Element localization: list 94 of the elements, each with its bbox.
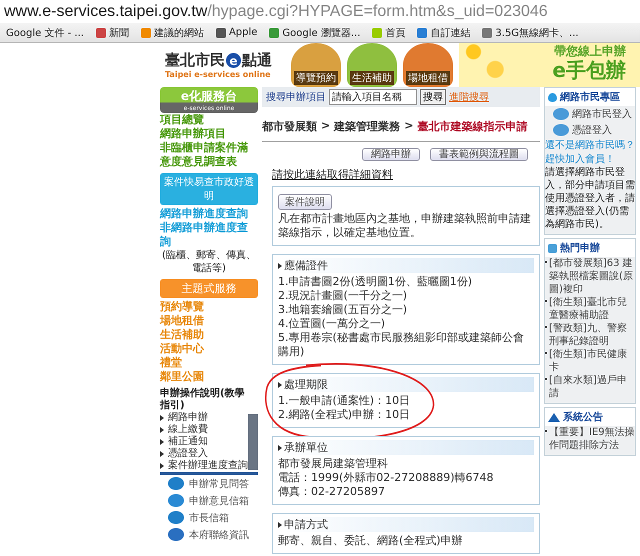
section-text: 郵寄、親自、委託、網路(全程式)申辦 — [278, 534, 464, 548]
sidebar-link[interactable]: 本府聯絡資訊 — [160, 526, 258, 543]
detail-link[interactable]: 請按此連結取得詳細資料 — [272, 167, 540, 182]
section-text: 2.網路(全程式)申辦：10日 — [278, 408, 412, 422]
section-text: 凡在都市計畫地區內之基地，申辦建築執照前申請建築線指示，以確定基地位置。 — [278, 212, 532, 240]
section-text: 電話：1999(外縣市02-27208889)轉6748 — [278, 471, 495, 485]
breadcrumb-separator: > — [321, 119, 330, 134]
panel-title: 網路市民專區 — [545, 88, 635, 106]
bookmark-icon — [216, 28, 226, 38]
bookmark[interactable]: 首頁 — [372, 26, 406, 40]
popular-link[interactable]: [警政類]九、警察刑事紀錄證明 — [549, 322, 635, 348]
sidebar-link[interactable]: 申辦意見信箱 — [160, 492, 258, 509]
breadcrumb-link[interactable]: 建築管理業務 — [334, 119, 400, 134]
sidebar-note: (臨櫃、郵寄、傳真、電話等) — [161, 249, 257, 275]
section-text: 2.現況計畫圖(一千分之一) — [278, 289, 408, 303]
panel-title: 系統公告 — [545, 408, 635, 426]
section-text: 都市發展局建築管理科 — [278, 457, 389, 471]
search-label: 搜尋申辦項目 — [266, 90, 326, 104]
section-text: 3.地籍套繪圖(五百分之一) — [278, 303, 408, 317]
sidebar-link[interactable]: 網路申辦項目 — [160, 127, 258, 141]
section-title: 處理期限 — [284, 377, 328, 392]
bullet-icon — [160, 463, 164, 469]
breadcrumb-link[interactable]: 臺北市建築線指示申請 — [417, 119, 528, 134]
bookmark[interactable]: Apple — [216, 27, 258, 38]
banner-tile[interactable]: 生活補助 — [347, 43, 397, 87]
login-link[interactable]: 網路市民登入 — [545, 106, 635, 122]
round-icon — [168, 477, 184, 490]
bookmark[interactable]: 自訂連結 — [417, 26, 470, 40]
round-icon — [553, 108, 569, 120]
bookmark-icon — [269, 28, 280, 38]
bullet-icon — [160, 427, 164, 433]
round-icon — [168, 511, 184, 524]
triangle-icon — [548, 412, 560, 422]
bookmark-icon — [482, 28, 492, 38]
breadcrumb-link[interactable]: 都市發展類 — [262, 119, 317, 134]
section-text: 1.申請書圖2份(透明圖1份、藍曬圖1份) — [278, 275, 474, 289]
bullet-icon — [160, 439, 164, 445]
bullet-icon — [160, 415, 164, 421]
sidebar-link[interactable]: 項目總覽 — [160, 113, 258, 127]
panel-title: 熱門申辦 — [545, 239, 635, 257]
bookmark-icon — [417, 28, 428, 38]
section-text: 傳真：02-27205897 — [278, 485, 386, 499]
round-icon — [168, 528, 184, 541]
bullet-icon — [278, 262, 282, 268]
action-button[interactable]: 網路申辦 — [362, 148, 420, 161]
search-field[interactable]: 請輸入項目名稱 — [329, 89, 417, 105]
round-icon — [168, 494, 184, 507]
banner-tile[interactable]: 導覽預約 — [291, 43, 341, 87]
section-text: 5.專用卷宗(秘書處市民服務組影印部或建築師公會購用) — [278, 331, 525, 359]
popular-link[interactable]: [自來水類]過戶申請 — [549, 374, 635, 400]
slogan-banner: 帶您線上申辦 e手包辦 — [459, 43, 640, 87]
banner-tile[interactable]: 場地租借 — [403, 43, 453, 87]
bookmark-icon — [96, 28, 106, 38]
address-bar[interactable]: www.e-services.taipei.gov.tw/hypage.cgi?HYPAGE=form.htm&s_uid=023046 — [4, 3, 548, 20]
login-note: 請選擇網路市民登入，部分申請項目需使用憑證登入者，請選擇憑證登入(仍需為網路市民)。 — [545, 166, 635, 231]
notice-link[interactable]: 【重要】IE9無法操作問題排除方法 — [549, 426, 635, 452]
tutorial-banner[interactable]: 申辦操作說明(教學指引) 網路申辦 線上繳費 補正通知 憑證登入 案件辦理進度查詢 — [160, 388, 258, 475]
sidebar-link[interactable]: 申辦常見問答 — [160, 475, 258, 492]
bookmark-icon — [372, 28, 382, 38]
drop-icon — [548, 92, 557, 102]
section-title: 應備證件 — [284, 258, 328, 273]
bookmark[interactable]: 新聞 — [96, 26, 129, 40]
bullet-icon — [278, 522, 282, 528]
bookmark[interactable]: Google 文件 - ... — [6, 26, 84, 40]
logo-text: 臺北市民 — [165, 51, 225, 70]
section-badge: 案件說明 — [278, 194, 332, 210]
bookmark[interactable]: Google 瀏覽器... — [269, 26, 360, 40]
bookmark[interactable]: 建議的網站 — [140, 26, 204, 40]
sidebar-link[interactable]: 市長信箱 — [160, 509, 258, 526]
section-header: 主題式服務 — [160, 279, 258, 298]
popular-link[interactable]: [都市發展類]63 建築執照檔案圖說(原圖)複印 — [549, 257, 635, 296]
bullet-icon — [160, 451, 164, 457]
breadcrumb-separator: > — [404, 119, 414, 134]
round-icon — [553, 124, 569, 136]
logo-subtitle: Taipei e-services online — [165, 70, 271, 79]
bookmark[interactable]: 3.5G無線網卡、... — [482, 26, 579, 40]
section-header: 案件快易查市政好透明 — [160, 173, 258, 205]
bullet-icon — [278, 382, 282, 388]
action-button[interactable]: 書表範例與流程圖 — [430, 148, 528, 161]
search-button[interactable]: 搜尋 — [420, 89, 446, 105]
login-link[interactable]: 憑證登入 — [545, 122, 635, 138]
popular-link[interactable]: [衛生類]臺北市兒童醫療補助證 — [549, 296, 635, 322]
bookmark-icon — [140, 28, 151, 38]
photo-placeholder — [248, 414, 258, 470]
book-icon — [548, 244, 557, 252]
section-text: 1.一般申請(通案性)：10日 — [278, 394, 412, 408]
section-text: 4.位置圖(一萬分之一) — [278, 317, 386, 331]
sidebar-link[interactable]: 非臨櫃申請案件滿意度意見調查表 — [160, 141, 258, 169]
logo-text: 點通 — [242, 51, 272, 70]
section-title: 申請方式 — [284, 517, 328, 532]
section-title: 承辦單位 — [284, 440, 328, 455]
popular-link[interactable]: [衛生類]市民健康卡 — [549, 348, 635, 374]
logo-badge: e — [226, 53, 241, 68]
bullet-icon — [278, 444, 282, 450]
